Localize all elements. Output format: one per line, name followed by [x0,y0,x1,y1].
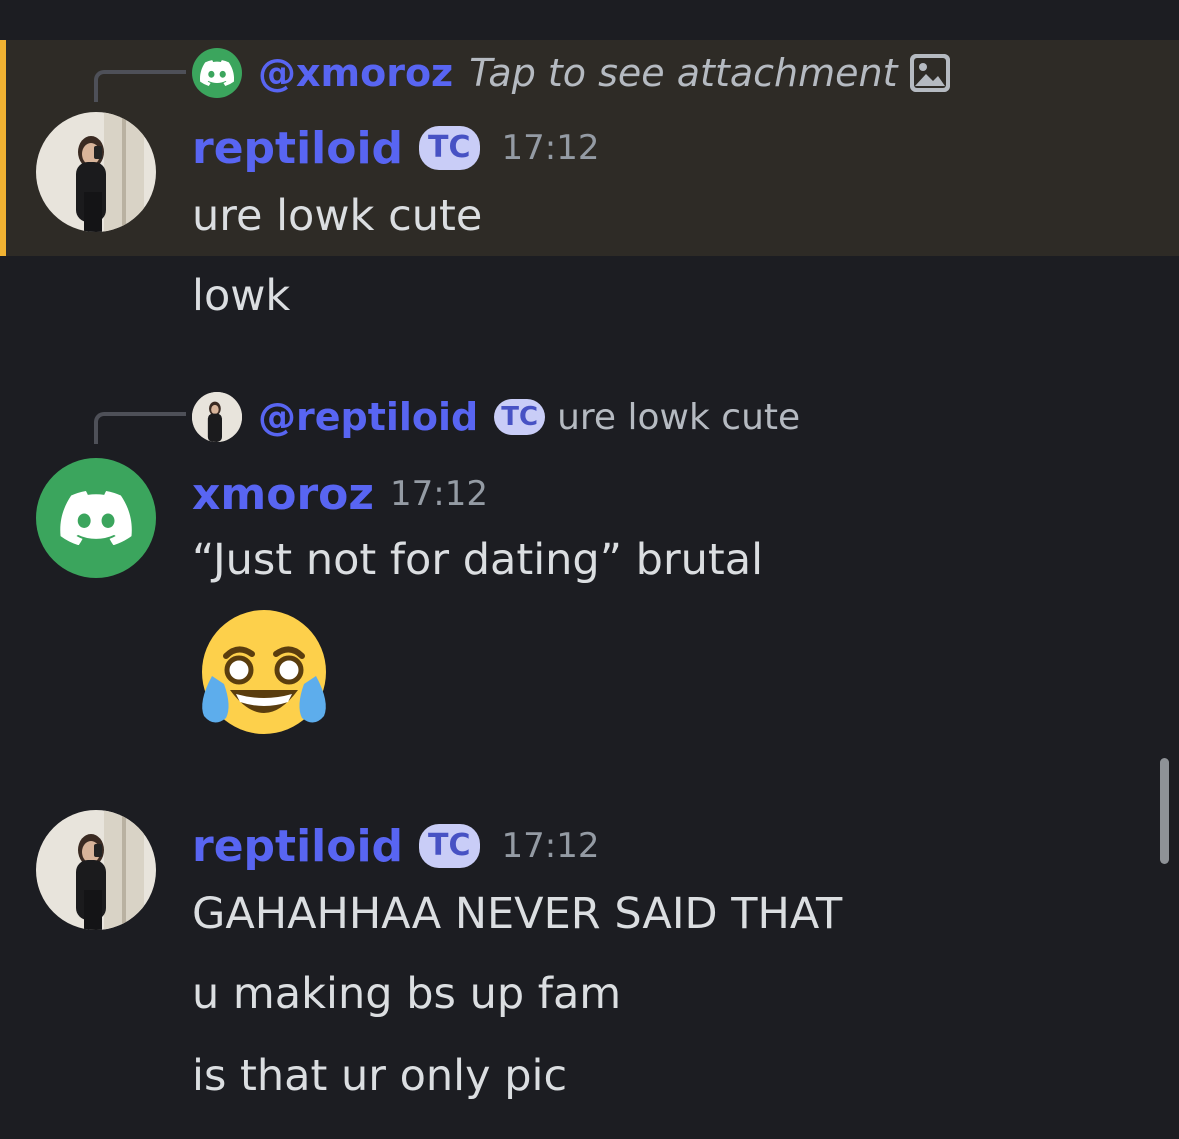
reply-connector [94,70,186,102]
message-text: “Just not for dating” brutal [192,535,764,585]
timestamp: 17:12 [390,474,488,514]
message-text: lowk [192,271,291,321]
mention-bar [0,40,6,256]
reply-author[interactable]: @xmoroz [258,51,453,95]
avatar-discord-icon[interactable] [36,458,156,578]
scrollbar[interactable] [1160,758,1169,864]
timestamp: 17:12 [501,826,600,866]
username[interactable]: reptiloid [192,821,403,872]
message-header: reptiloid TC 17:12 [192,818,600,874]
username[interactable]: xmoroz [192,469,374,520]
server-tag[interactable]: TC [419,126,480,170]
reply-avatar-discord-icon [192,48,242,98]
image-icon [909,54,950,92]
reply-preview[interactable]: @reptiloid TC ure lowk cute [192,390,800,444]
avatar[interactable] [36,810,156,930]
message-header: xmoroz 17:12 [192,466,488,522]
reply-author[interactable]: @reptiloid [258,395,478,439]
discord-icon [60,491,132,545]
username[interactable]: reptiloid [192,123,403,174]
reply-avatar [192,392,242,442]
message-header: reptiloid TC 17:12 [192,120,600,176]
message-text: GAHAHHAA NEVER SAID THAT [192,889,843,939]
reply-text: ure lowk cute [557,396,801,438]
server-tag[interactable]: TC [494,399,546,435]
laughing-crying-emoji[interactable] [196,606,332,742]
reply-preview[interactable]: @xmoroz Tap to see attachment [192,46,950,100]
timestamp: 17:12 [501,128,600,168]
discord-icon [200,60,234,86]
message-text: u making bs up fam [192,969,622,1019]
avatar[interactable] [36,112,156,232]
message-text: is that ur only pic [192,1051,568,1101]
message-text: ure lowk cute [192,191,483,241]
reply-text: Tap to see attachment [469,51,898,95]
reply-connector [94,412,186,444]
chat-view: @xmoroz Tap to see attachment reptiloid … [0,0,1179,1139]
server-tag[interactable]: TC [419,824,480,868]
